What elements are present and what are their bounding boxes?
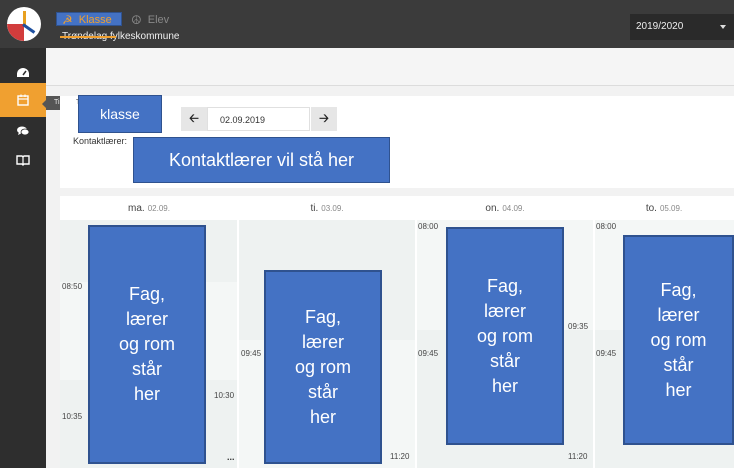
day-header-tue: ti. 03.09.	[238, 196, 416, 220]
lesson-block-thu[interactable]: Fag, lærer og rom står her	[623, 235, 734, 445]
time-label: 09:45	[418, 349, 439, 358]
day-name: to.	[645, 202, 657, 214]
lesson-block-mon[interactable]: Fag, lærer og rom står her	[88, 225, 206, 464]
nav-timetable[interactable]	[0, 83, 46, 117]
day-header-mon: ma. 02.09.	[60, 196, 238, 220]
time-label: 10:35	[62, 412, 83, 421]
desk-chair-icon: ☭	[62, 13, 73, 27]
day-header-thu: to. 05.09.	[594, 196, 734, 220]
day-date: 03.09.	[321, 203, 344, 213]
arrow-right-icon: 🡢	[319, 110, 329, 125]
date-input[interactable]: 02.09.2019	[207, 107, 310, 131]
contact-teacher-label: Kontaktlærer:	[73, 136, 128, 146]
tab-elev[interactable]: ☮ Elev	[131, 13, 169, 27]
student-desk-icon: ☮	[131, 13, 142, 27]
day-name: ma.	[128, 202, 145, 214]
time-label: 08:50	[62, 282, 83, 291]
time-label: 08:00	[596, 222, 617, 231]
day-date: 05.09.	[659, 203, 683, 213]
contact-teacher-value: Kontaktlærer vil stå her	[133, 137, 390, 183]
time-label: 11:20	[568, 452, 588, 461]
time-label: 11:20	[390, 452, 410, 461]
day-name: ti.	[310, 202, 319, 214]
day-date: 02.09.	[147, 203, 170, 213]
chat-icon	[17, 126, 30, 136]
chevron-down-icon	[720, 25, 726, 29]
day-date: 04.09.	[502, 203, 525, 213]
time-label: 10:30	[214, 391, 235, 400]
tab-bar	[46, 48, 734, 86]
next-week-button[interactable]: 🡢	[311, 107, 337, 131]
tab-elev-label: Elev	[147, 14, 170, 26]
prev-week-button[interactable]: 🡠	[181, 107, 207, 131]
lesson-block-tue[interactable]: Fag, lærer og rom står her	[264, 270, 382, 464]
school-year-value: 2019/2020	[636, 21, 684, 32]
arrow-left-icon: 🡠	[189, 110, 199, 125]
time-label: 09:35	[568, 322, 589, 331]
book-icon	[16, 155, 30, 166]
time-label: 09:45	[596, 349, 617, 358]
time-label: 09:45	[241, 349, 262, 358]
time-label: 08:00	[418, 222, 439, 231]
clock-logo-icon	[7, 7, 41, 41]
tab-klasse[interactable]: ☭ Klasse	[60, 13, 116, 38]
app-logo[interactable]	[0, 0, 48, 48]
class-select[interactable]: klasse	[78, 95, 162, 133]
dashboard-icon	[17, 68, 29, 77]
day-name: on.	[485, 202, 500, 214]
calendar-icon	[17, 94, 29, 106]
lesson-block-wed[interactable]: Fag, lærer og rom står her	[446, 227, 564, 445]
more-events-indicator[interactable]: ...	[227, 452, 235, 462]
school-year-select[interactable]: 2019/2020	[630, 14, 734, 40]
day-header-wed: on. 04.09.	[416, 196, 594, 220]
tab-klasse-label: Klasse	[78, 14, 112, 26]
nav-subjects[interactable]	[0, 143, 46, 177]
